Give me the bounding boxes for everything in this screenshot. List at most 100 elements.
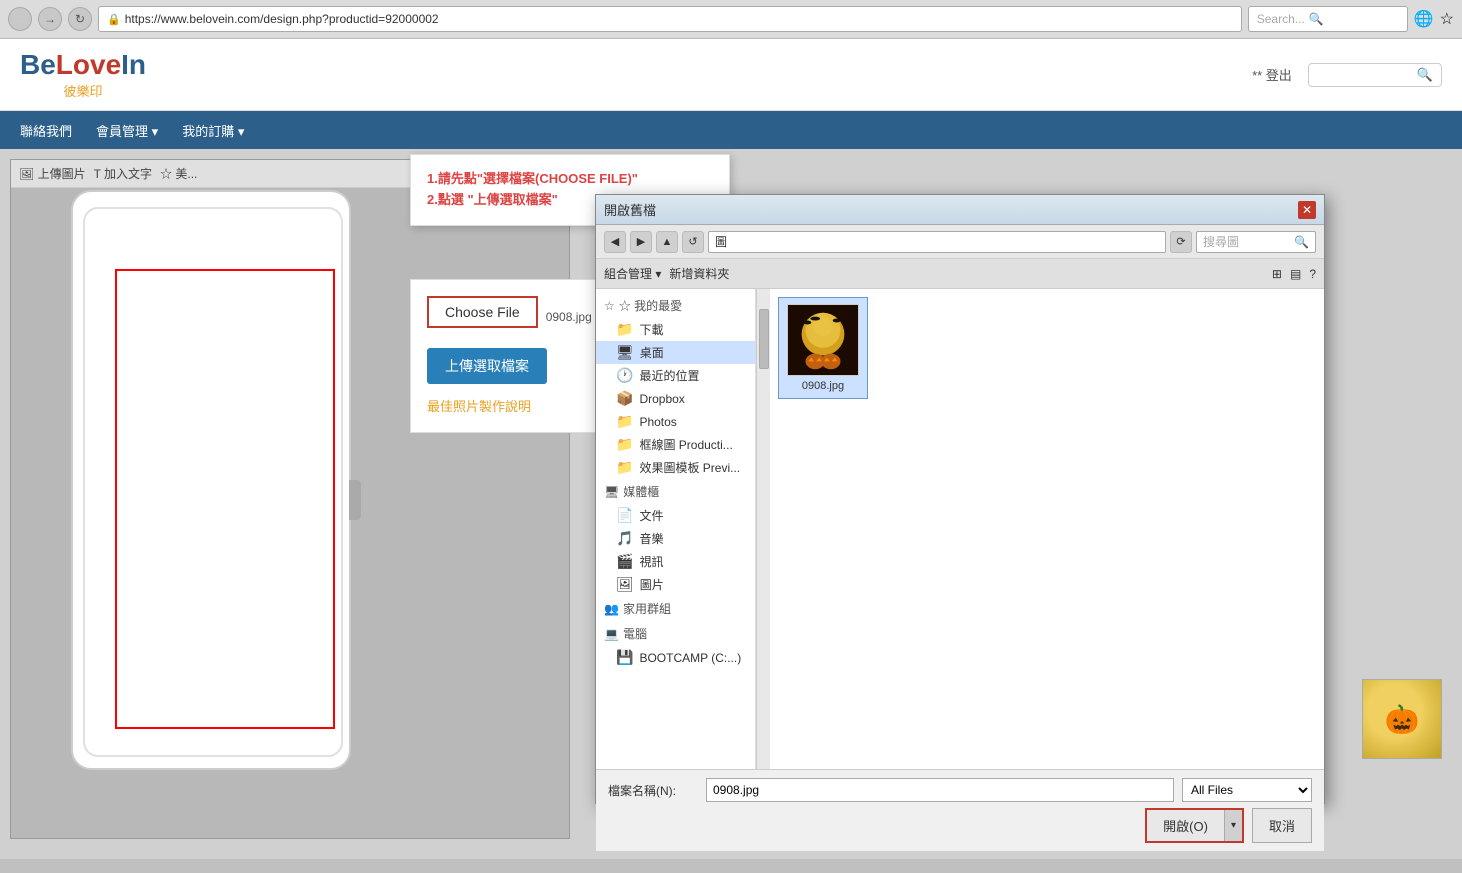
sidebar-item-music[interactable]: 🎵 音樂 <box>596 527 755 550</box>
dialog-up-btn[interactable]: ▲ <box>656 231 678 253</box>
computer-icon: 💻 <box>604 627 619 641</box>
toolbar-effects[interactable]: ☆ 美... <box>160 165 197 182</box>
search-input[interactable] <box>1317 67 1417 82</box>
cancel-button[interactable]: 取消 <box>1252 808 1312 843</box>
organize-btn[interactable]: 組合管理 ▾ <box>604 265 661 282</box>
dropbox-icon: 📦 <box>616 390 633 407</box>
dialog-path-text: 圖 <box>715 233 727 250</box>
computer-label: 電腦 <box>623 625 647 642</box>
header-search[interactable]: 🔍 <box>1308 63 1442 87</box>
dialog-sidebar: ☆ ☆ 我的最愛 📁 下載 🖥 桌面 🕐 最近的位置 📦 Dropb <box>596 289 756 769</box>
back-button[interactable]: ← <box>8 7 32 31</box>
phone-handle <box>349 480 361 520</box>
view-list-btn[interactable]: ▤ <box>1290 267 1301 281</box>
sidebar-label-recent: 最近的位置 <box>639 367 699 384</box>
open-button-arrow[interactable]: ▾ <box>1224 810 1242 841</box>
nav-orders[interactable]: 我的訂購 ▾ <box>182 121 244 140</box>
file-grid: 0908.jpg <box>778 297 1316 399</box>
sidebar-item-photos[interactable]: 📁 Photos <box>596 410 755 433</box>
computer-header[interactable]: 💻 電腦 <box>596 621 755 646</box>
media-label: 媒體櫃 <box>623 483 659 500</box>
homegroup-header[interactable]: 👥 家用群組 <box>596 596 755 621</box>
dialog-back-btn[interactable]: ◀ <box>604 231 626 253</box>
sidebar-item-video[interactable]: 🎬 視訊 <box>596 550 755 573</box>
file-name: 0908.jpg <box>802 380 844 392</box>
pictures-icon: 🖼 <box>616 576 634 593</box>
sidebar-label-documents: 文件 <box>639 507 663 524</box>
url-text: https://www.belovein.com/design.php?prod… <box>125 12 439 26</box>
dialog-forward-btn[interactable]: ▶ <box>630 231 652 253</box>
open-button[interactable]: 開啟(O) <box>1147 810 1224 841</box>
lock-icon: 🔒 <box>107 13 121 26</box>
toolbar-add-text[interactable]: T 加入文字 <box>94 165 152 182</box>
help-btn[interactable]: ? <box>1309 267 1316 281</box>
dialog-refresh-btn[interactable]: ⟳ <box>1170 231 1192 253</box>
sidebar-item-recent[interactable]: 🕐 最近的位置 <box>596 364 755 387</box>
filename-label: 檔案名稱(N): <box>608 782 698 799</box>
new-folder-btn[interactable]: 新增資料夾 <box>669 265 729 282</box>
dialog-action-row: 開啟(O) ▾ 取消 <box>608 808 1312 843</box>
dialog-recent-btn[interactable]: ↺ <box>682 231 704 253</box>
effects-icon: 📁 <box>616 459 633 476</box>
dialog-search-bar[interactable]: 搜尋圖 🔍 <box>1196 231 1316 253</box>
media-header[interactable]: 🖥 媒體櫃 <box>596 479 755 504</box>
refresh-button[interactable]: ↻ <box>68 7 92 31</box>
sidebar-item-dropbox[interactable]: 📦 Dropbox <box>596 387 755 410</box>
search-icon: 🔍 <box>1309 12 1324 26</box>
documents-icon: 📄 <box>616 507 633 524</box>
sidebar-item-effects[interactable]: 📁 效果圖模板 Previ... <box>596 456 755 479</box>
scrollbar-thumb[interactable] <box>759 309 769 369</box>
choose-file-button[interactable]: Choose File <box>427 296 538 328</box>
preview-image: 🎃 <box>1362 679 1442 759</box>
filetype-select[interactable]: All Files <box>1182 778 1312 802</box>
desktop-icon: 🖥 <box>616 344 634 361</box>
sidebar-item-bootcamp[interactable]: 💾 BOOTCAMP (C:...) <box>596 646 755 669</box>
browser-toolbar: ← → ↻ 🔒 https://www.belovein.com/design.… <box>0 0 1462 39</box>
dialog-search-icon: 🔍 <box>1294 235 1309 249</box>
favorites-label: ☆ 我的最愛 <box>619 297 682 314</box>
dialog-path-bar[interactable]: 圖 <box>708 231 1166 253</box>
sidebar-item-download[interactable]: 📁 下載 <box>596 318 755 341</box>
dialog-close-button[interactable]: ✕ <box>1298 201 1316 219</box>
dialog-titlebar: 開啟舊檔 ✕ <box>596 195 1324 225</box>
favorites-header[interactable]: ☆ ☆ 我的最愛 <box>596 293 755 318</box>
browser-search-box[interactable]: Search... 🔍 <box>1248 6 1408 32</box>
dialog-scrollbar[interactable] <box>756 289 770 769</box>
address-bar[interactable]: 🔒 https://www.belovein.com/design.php?pr… <box>98 6 1242 32</box>
browser-chrome: ← → ↻ 🔒 https://www.belovein.com/design.… <box>0 0 1462 39</box>
upload-button[interactable]: 上傳選取檔案 <box>427 348 547 384</box>
sidebar-item-frames[interactable]: 📁 框線圖 Producti... <box>596 433 755 456</box>
phone-mockup <box>71 190 351 770</box>
toolbar-upload-image[interactable]: 🖼 上傳圖片 <box>19 165 86 182</box>
sidebar-item-desktop[interactable]: 🖥 桌面 <box>596 341 755 364</box>
nav-member[interactable]: 會員管理 ▾ <box>96 121 158 140</box>
homegroup-label: 家用群組 <box>623 600 671 617</box>
dialog-main: 0908.jpg <box>770 289 1324 769</box>
view-icon-btn[interactable]: ⊞ <box>1272 267 1282 281</box>
best-photo-link[interactable]: 最佳照片製作說明 <box>427 399 531 414</box>
filename-row: 檔案名稱(N): All Files <box>608 778 1312 802</box>
filename-input[interactable] <box>706 778 1174 802</box>
sidebar-label-photos: Photos <box>639 415 676 429</box>
design-canvas: 🖼 上傳圖片 T 加入文字 ☆ 美... <box>10 159 570 839</box>
search-placeholder: Search... <box>1257 12 1305 26</box>
search-icon: 🔍 <box>1417 67 1433 83</box>
nav-contact[interactable]: 聯絡我們 <box>20 121 72 140</box>
header-link-register[interactable]: ** 登出 <box>1252 65 1292 84</box>
sidebar-item-documents[interactable]: 📄 文件 <box>596 504 755 527</box>
header-links: ** 登出 🔍 <box>1252 63 1442 87</box>
logo[interactable]: BeLoveIn 彼樂印 <box>20 49 146 100</box>
tooltip-line1: 1.請先點"選擇檔案(CHOOSE FILE)" <box>427 169 713 190</box>
preview-thumbnail: 🎃 <box>1363 680 1441 758</box>
sidebar-label-dropbox: Dropbox <box>639 392 684 406</box>
recent-icon: 🕐 <box>616 367 633 384</box>
website-content: BeLoveIn 彼樂印 ** 登出 🔍 聯絡我們 會員管理 ▾ 我的訂購 ▾ … <box>0 39 1462 859</box>
file-item[interactable]: 0908.jpg <box>778 297 868 399</box>
sidebar-item-pictures[interactable]: 🖼 圖片 <box>596 573 755 596</box>
dialog-search-placeholder: 搜尋圖 <box>1203 233 1239 250</box>
logo-text: BeLoveIn <box>20 49 146 81</box>
star-icon[interactable]: ☆ <box>1440 9 1454 29</box>
open-btn-container: 開啟(O) ▾ <box>1145 808 1244 843</box>
logo-subtitle: 彼樂印 <box>64 81 103 100</box>
forward-button[interactable]: → <box>38 7 62 31</box>
